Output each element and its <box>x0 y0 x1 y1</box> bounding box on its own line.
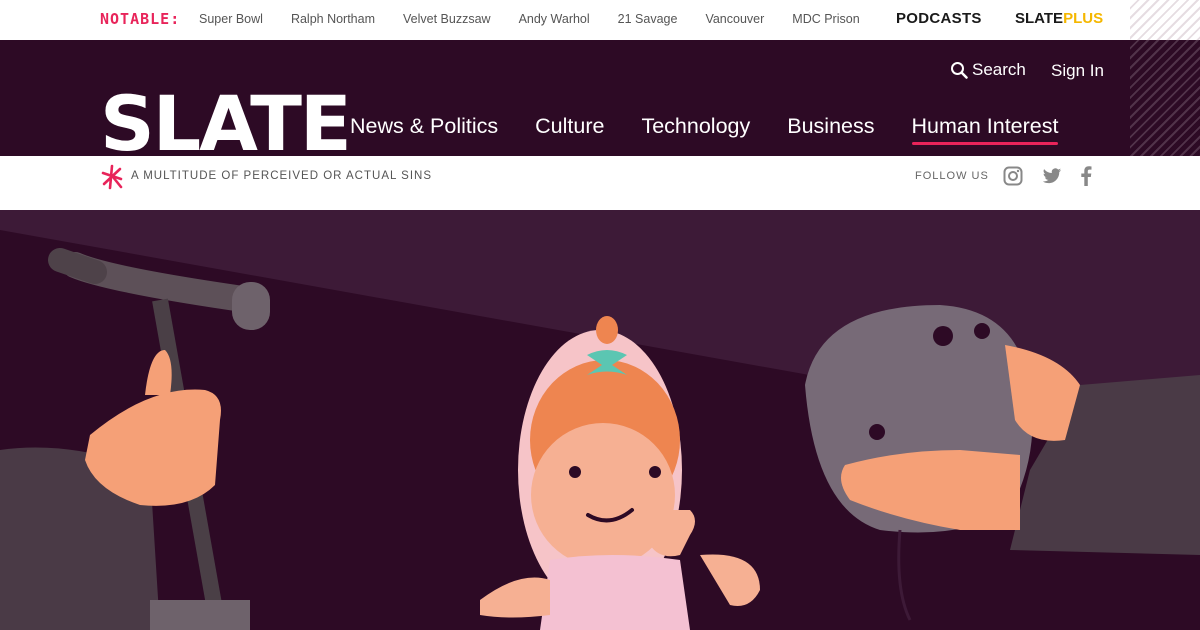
notable-link-vancouver[interactable]: Vancouver <box>705 12 764 26</box>
search-label: Search <box>972 60 1026 79</box>
notable-links: Super Bowl Ralph Northam Velvet Buzzsaw … <box>199 12 888 26</box>
twitter-icon[interactable] <box>1042 166 1062 186</box>
notable-label: NOTABLE: <box>100 10 181 28</box>
star-burst-icon <box>101 164 123 190</box>
nav-culture[interactable]: Culture <box>535 114 604 139</box>
slate-plus-word: SLATE <box>1015 10 1064 27</box>
instagram-icon[interactable] <box>1003 166 1023 186</box>
follow-us-label: FOLLOW US <box>915 170 989 182</box>
notable-link-super-bowl[interactable]: Super Bowl <box>199 12 263 26</box>
slate-plus-link[interactable]: SLATEPLUS <box>1015 10 1103 27</box>
top-strip: NOTABLE: Super Bowl Ralph Northam Velvet… <box>0 0 1200 40</box>
podcasts-link[interactable]: PODCASTS <box>896 10 982 27</box>
nav-business[interactable]: Business <box>787 114 874 139</box>
slate-plus-plus: PLUS <box>1063 10 1104 27</box>
slate-logo[interactable]: SLATE <box>100 92 350 156</box>
facebook-icon[interactable] <box>1080 166 1092 186</box>
site-header: Search Sign In SLATE News & Politics Cul… <box>0 40 1200 156</box>
header-stripes <box>1130 40 1200 156</box>
hero-illustration <box>0 210 1200 630</box>
notable-link-velvet-buzzsaw[interactable]: Velvet Buzzsaw <box>403 12 491 26</box>
notable-link-21-savage[interactable]: 21 Savage <box>618 12 678 26</box>
search-icon <box>951 62 968 79</box>
notable-link-mdc-prison[interactable]: MDC Prison <box>792 12 859 26</box>
hero-art <box>0 210 1200 630</box>
notable-link-ralph-northam[interactable]: Ralph Northam <box>291 12 375 26</box>
notable-link-andy-warhol[interactable]: Andy Warhol <box>519 12 590 26</box>
nav-technology[interactable]: Technology <box>641 114 750 139</box>
search-button[interactable]: Search <box>950 60 1026 80</box>
section-subbar: A MULTITUDE OF PERCEIVED OR ACTUAL SINS … <box>0 156 1200 210</box>
sign-in-link[interactable]: Sign In <box>1051 61 1104 81</box>
section-tagline: A MULTITUDE OF PERCEIVED OR ACTUAL SINS <box>131 170 432 182</box>
main-nav: News & Politics Culture Technology Busin… <box>350 114 1095 145</box>
nav-news-politics[interactable]: News & Politics <box>350 114 498 139</box>
nav-human-interest[interactable]: Human Interest <box>911 114 1058 145</box>
decorative-stripes <box>1130 0 1200 40</box>
